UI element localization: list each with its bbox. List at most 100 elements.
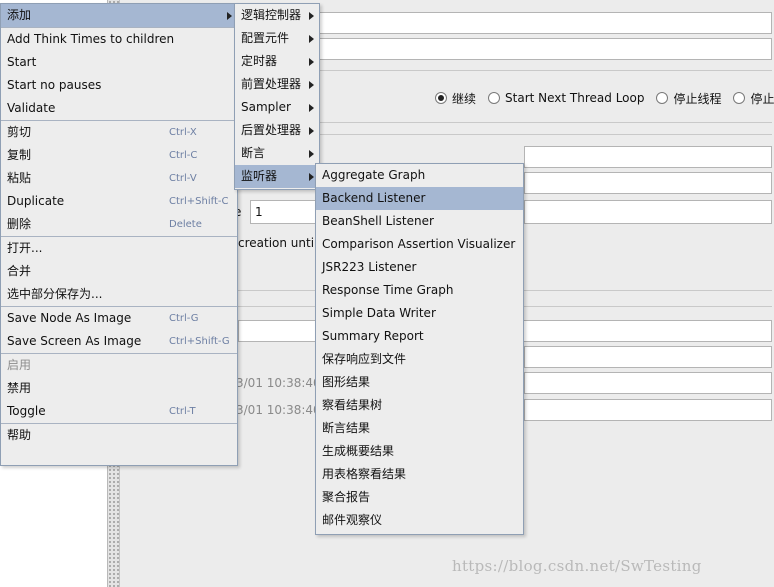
loop-count-field[interactable]: 1 <box>250 200 318 224</box>
context-menu: 添加 Add Think Times to children Start Sta… <box>0 3 238 466</box>
menu-item-label: 删除 <box>7 217 32 231</box>
menu-item-start-no-pauses[interactable]: Start no pauses <box>1 74 237 97</box>
menu-item-label: Duplicate <box>7 194 65 208</box>
menu-item-shortcut: Ctrl+Shift-G <box>169 336 230 347</box>
menu-item-label: 禁用 <box>7 381 32 395</box>
radio-start-next-loop-label: Start Next Thread Loop <box>505 91 645 105</box>
menu-item-label: 帮助 <box>7 428 32 442</box>
submenu-arrow-icon <box>309 150 314 158</box>
menu-item-help[interactable]: 帮助 <box>1 424 237 447</box>
listener-item-jsr223-listener[interactable]: JSR223 Listener <box>316 256 523 279</box>
submenu-arrow-icon <box>309 58 314 66</box>
listener-item-view-results-in-table[interactable]: 用表格察看结果 <box>316 463 523 486</box>
radio-start-next-loop-button[interactable] <box>488 92 501 104</box>
startup-delay-field[interactable] <box>524 346 772 368</box>
menu-item-label: 后置处理器 <box>241 123 302 137</box>
menu-item-shortcut: Ctrl+Shift-C <box>169 196 229 207</box>
sampler-error-action-group: 继续 Start Next Thread Loop 停止线程 停止 <box>435 89 774 107</box>
menu-item-save-screen-as-image[interactable]: Save Screen As Image Ctrl+Shift-G <box>1 330 237 353</box>
menu-item-shortcut: Ctrl-T <box>169 406 196 417</box>
radio-stop-thread-label: 停止线程 <box>673 91 722 106</box>
menu-item-label: 生成概要结果 <box>322 444 395 458</box>
listener-item-assertion-results[interactable]: 断言结果 <box>316 417 523 440</box>
listener-item-beanshell-listener[interactable]: BeanShell Listener <box>316 210 523 233</box>
menu-item-merge[interactable]: 合并 <box>1 260 237 283</box>
loop-count-value: 1 <box>255 205 263 219</box>
radio-stop-test[interactable]: 停止 <box>733 90 774 107</box>
menu-item-label: 聚合报告 <box>322 490 371 504</box>
listener-item-backend-listener[interactable]: Backend Listener <box>316 187 523 210</box>
submenu-item-post-processor[interactable]: 后置处理器 <box>235 119 319 142</box>
menu-item-disable[interactable]: 禁用 <box>1 377 237 400</box>
submenu-item-timer[interactable]: 定时器 <box>235 50 319 73</box>
menu-item-start[interactable]: Start <box>1 51 237 74</box>
add-submenu: 逻辑控制器 配置元件 定时器 前置处理器 Sampler 后置处理器 断言 监听… <box>234 3 320 190</box>
listener-item-save-responses-to-file[interactable]: 保存响应到文件 <box>316 348 523 371</box>
menu-item-copy[interactable]: 复制 Ctrl-C <box>1 144 237 167</box>
menu-item-add[interactable]: 添加 <box>1 4 237 27</box>
menu-item-label: Start <box>7 55 37 69</box>
radio-stop-test-button[interactable] <box>733 92 746 104</box>
end-time-field[interactable] <box>524 399 772 421</box>
submenu-arrow-icon <box>309 81 314 89</box>
listener-item-mailer-visualizer[interactable]: 邮件观察仪 <box>316 509 523 532</box>
menu-item-save-node-as-image[interactable]: Save Node As Image Ctrl-G <box>1 307 237 330</box>
menu-item-label: Backend Listener <box>322 191 426 205</box>
menu-item-label: Validate <box>7 101 56 115</box>
radio-stop-thread-button[interactable] <box>656 92 669 104</box>
menu-item-delete[interactable]: 删除 Delete <box>1 213 237 236</box>
menu-item-toggle[interactable]: Toggle Ctrl-T <box>1 400 237 423</box>
loop-count-field-extension[interactable] <box>524 200 772 224</box>
ramp-up-field[interactable] <box>524 172 772 194</box>
radio-stop-thread[interactable]: 停止线程 <box>656 90 721 107</box>
menu-item-paste[interactable]: 粘贴 Ctrl-V <box>1 167 237 190</box>
submenu-item-logic-controller[interactable]: 逻辑控制器 <box>235 4 319 27</box>
listener-item-aggregate-graph[interactable]: Aggregate Graph <box>316 164 523 187</box>
submenu-item-pre-processor[interactable]: 前置处理器 <box>235 73 319 96</box>
menu-item-label: 断言 <box>241 146 266 160</box>
listener-item-aggregate-report[interactable]: 聚合报告 <box>316 486 523 509</box>
listener-item-response-time-graph[interactable]: Response Time Graph <box>316 279 523 302</box>
listener-item-graph-results[interactable]: 图形结果 <box>316 371 523 394</box>
menu-item-label: Summary Report <box>322 329 424 343</box>
menu-item-shortcut: Ctrl-G <box>169 313 199 324</box>
menu-item-label: Add Think Times to children <box>7 32 175 46</box>
menu-item-label: Response Time Graph <box>322 283 454 297</box>
menu-item-save-selection-as[interactable]: 选中部分保存为... <box>1 283 237 306</box>
menu-item-label: Comparison Assertion Visualizer <box>322 237 516 251</box>
submenu-item-sampler[interactable]: Sampler <box>235 96 319 119</box>
menu-item-add-think-times[interactable]: Add Think Times to children <box>1 28 237 51</box>
listener-item-generate-summary-results[interactable]: 生成概要结果 <box>316 440 523 463</box>
menu-item-label: JSR223 Listener <box>322 260 417 274</box>
thread-count-field[interactable] <box>524 146 772 168</box>
menu-item-cut[interactable]: 剪切 Ctrl-X <box>1 121 237 144</box>
submenu-item-config-element[interactable]: 配置元件 <box>235 27 319 50</box>
end-time-value: 3/01 10:38:40 <box>236 403 321 417</box>
menu-item-duplicate[interactable]: Duplicate Ctrl+Shift-C <box>1 190 237 213</box>
menu-item-label: BeanShell Listener <box>322 214 434 228</box>
menu-item-label: 察看结果树 <box>322 398 383 412</box>
menu-item-label: 添加 <box>7 8 32 22</box>
menu-item-label: Toggle <box>7 404 46 418</box>
menu-item-validate[interactable]: Validate <box>1 97 237 120</box>
listener-item-comparison-assertion-visualizer[interactable]: Comparison Assertion Visualizer <box>316 233 523 256</box>
menu-item-label: Start no pauses <box>7 78 102 92</box>
listener-item-summary-report[interactable]: Summary Report <box>316 325 523 348</box>
menu-item-label: 监听器 <box>241 169 278 183</box>
menu-item-label: Save Screen As Image <box>7 334 142 348</box>
menu-item-label: Sampler <box>241 100 291 114</box>
submenu-item-listener[interactable]: 监听器 <box>235 165 319 188</box>
radio-continue-button[interactable] <box>435 92 447 104</box>
radio-start-next-loop[interactable]: Start Next Thread Loop <box>488 91 644 105</box>
radio-continue[interactable]: 继续 <box>435 90 476 107</box>
menu-item-label: 合并 <box>7 264 32 278</box>
menu-item-label: 断言结果 <box>322 421 371 435</box>
listener-item-view-results-tree[interactable]: 察看结果树 <box>316 394 523 417</box>
radio-continue-label: 继续 <box>452 91 477 106</box>
submenu-item-assertion[interactable]: 断言 <box>235 142 319 165</box>
menu-item-shortcut: Ctrl-X <box>169 127 197 138</box>
menu-item-open[interactable]: 打开... <box>1 237 237 260</box>
listener-item-simple-data-writer[interactable]: Simple Data Writer <box>316 302 523 325</box>
submenu-arrow-icon <box>309 173 314 181</box>
start-time-field[interactable] <box>524 372 772 394</box>
